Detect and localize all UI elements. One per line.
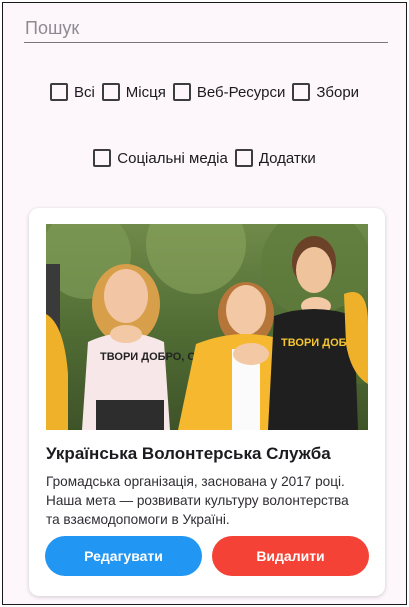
filter-apps[interactable]: Додатки: [234, 149, 316, 167]
filter-web-resources[interactable]: Веб-Ресурси: [172, 83, 286, 101]
search-input[interactable]: [24, 13, 388, 42]
filter-label: Всі: [73, 83, 95, 101]
app-screen: Всі Місця Веб-Ресурси Збори Соціальні ме…: [2, 2, 407, 605]
checkbox[interactable]: [172, 83, 191, 101]
filter-fundraisers[interactable]: Збори: [292, 83, 359, 101]
checkbox[interactable]: [101, 83, 120, 101]
checkbox[interactable]: [49, 83, 68, 101]
edit-button[interactable]: Редагувати: [45, 536, 202, 576]
filter-row: Всі Місця Веб-Ресурси Збори: [3, 83, 406, 101]
filter-label: Місця: [125, 83, 166, 101]
filter-label: Веб-Ресурси: [196, 83, 286, 101]
filter-row: Соціальні медіа Додатки: [3, 149, 406, 167]
filter-label: Збори: [316, 83, 360, 101]
organization-photo: ТВОРИ ДОБРО, О! ТВОРИ ДОБРО, О!: [46, 224, 368, 430]
card-title: Українська Волонтерська Служба: [46, 444, 331, 463]
filter-label: Соціальні медіа: [117, 149, 228, 167]
checkbox[interactable]: [93, 149, 112, 167]
filter-social-media[interactable]: Соціальні медіа: [93, 149, 228, 167]
card-description: Громадська організація, заснована у 2017…: [46, 474, 349, 527]
organization-card: ТВОРИ ДОБРО, О! ТВОРИ ДОБРО, О! Українсь…: [29, 208, 385, 596]
volunteers-illustration: ТВОРИ ДОБРО, О! ТВОРИ ДОБРО, О!: [46, 224, 368, 430]
delete-button[interactable]: Видалити: [212, 536, 369, 576]
checkbox[interactable]: [292, 83, 311, 101]
filter-label: Додатки: [258, 149, 316, 167]
filter-all[interactable]: Всі: [49, 83, 95, 101]
checkbox[interactable]: [234, 149, 253, 167]
search-field[interactable]: [24, 13, 388, 43]
shirt-text: ТВОРИ ДОБРО, О!: [100, 351, 200, 363]
filter-places[interactable]: Місця: [101, 83, 166, 101]
